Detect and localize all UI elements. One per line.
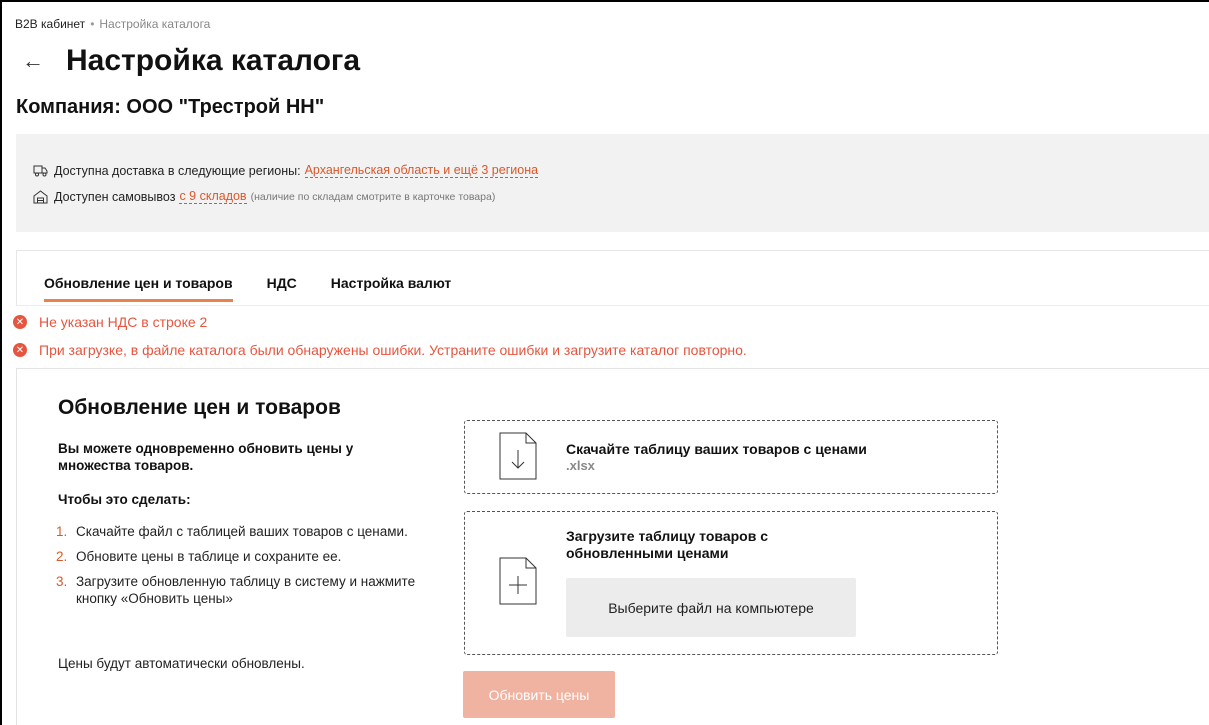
company-name: Компания: ООО "Трестрой НН" <box>16 96 325 118</box>
list-item: 3. Загрузите обновленную таблицу в систем… <box>56 573 426 607</box>
delivery-line: Доступна доставка в следующие регионы: А… <box>33 163 539 178</box>
breadcrumb: B2B кабинет • Настройка каталога <box>15 17 210 31</box>
section-lead: Вы можете одновременно обновить цены у м… <box>58 441 354 473</box>
error-icon: ✕ <box>13 315 27 329</box>
pickup-note: (наличие по складам смотрите в карточке … <box>250 190 496 203</box>
pickup-line: Доступен самовывоз с 9 складов (наличие … <box>33 189 495 204</box>
download-extension: .xlsx <box>566 458 595 473</box>
breadcrumb-separator: • <box>90 17 95 31</box>
error-text: При загрузке, в файле каталога были обна… <box>39 342 747 358</box>
upload-box: Загрузите таблицу товаров с обновленными… <box>464 511 998 655</box>
download-title: Скачайте таблицу ваших товаров с ценами <box>566 441 867 457</box>
title-row: ← Настройка каталога <box>22 44 360 78</box>
warehouse-icon <box>33 189 48 203</box>
section-title: Обновление цен и товаров <box>58 396 341 419</box>
step-number: 1. <box>56 524 68 539</box>
tabs-divider <box>16 305 1209 306</box>
tab-vat[interactable]: НДС <box>267 275 297 291</box>
step-text: Загрузите обновленную таблицу в систему … <box>76 574 416 606</box>
tab-currency-settings[interactable]: Настройка валют <box>331 275 452 291</box>
howto-heading: Чтобы это сделать: <box>58 492 191 507</box>
error-text: Не указан НДС в строке 2 <box>39 314 208 330</box>
breadcrumb-current: Настройка каталога <box>99 17 211 31</box>
error-message: ✕ При загрузке, в файле каталога были об… <box>13 342 747 358</box>
step-text: Скачайте файл с таблицей ваших товаров с… <box>76 524 408 539</box>
file-download-icon <box>499 432 537 480</box>
list-item: 1. Скачайте файл с таблицей ваших товаров… <box>56 523 426 540</box>
step-text: Обновите цены в таблице и сохраните ее. <box>76 549 342 564</box>
error-icon: ✕ <box>13 343 27 357</box>
delivery-text: Доступна доставка в следующие регионы: <box>54 163 301 178</box>
tab-prices-products[interactable]: Обновление цен и товаров <box>44 275 233 302</box>
info-panel: Доступна доставка в следующие регионы: А… <box>16 134 1209 232</box>
choose-file-button[interactable]: Выберите файл на компьютере <box>566 578 856 637</box>
update-prices-button[interactable]: Обновить цены <box>463 671 615 718</box>
list-item: 2. Обновите цены в таблице и сохраните ее… <box>56 548 426 565</box>
error-message: ✕ Не указан НДС в строке 2 <box>13 314 207 330</box>
steps-list: 1. Скачайте файл с таблицей ваших товаров… <box>56 523 426 615</box>
pickup-warehouses-link[interactable]: с 9 складов <box>179 189 247 204</box>
truck-icon <box>33 165 48 177</box>
breadcrumb-root[interactable]: B2B кабинет <box>15 17 85 31</box>
file-add-icon <box>499 557 537 605</box>
pickup-text: Доступен самовывоз <box>54 189 176 204</box>
step-number: 2. <box>56 549 68 564</box>
footer-note: Цены будут автоматически обновлены. <box>58 656 305 671</box>
page-title: Настройка каталога <box>66 44 361 77</box>
delivery-regions-link[interactable]: Архангельская область и ещё 3 региона <box>304 163 539 178</box>
tab-bar: Обновление цен и товаров НДС Настройка в… <box>44 275 485 302</box>
arrow-left-icon[interactable]: ← <box>22 50 52 72</box>
step-number: 3. <box>56 574 68 589</box>
upload-title: Загрузите таблицу товаров с обновленными… <box>566 528 768 561</box>
download-template-box[interactable]: Скачайте таблицу ваших товаров с ценами … <box>464 420 998 494</box>
